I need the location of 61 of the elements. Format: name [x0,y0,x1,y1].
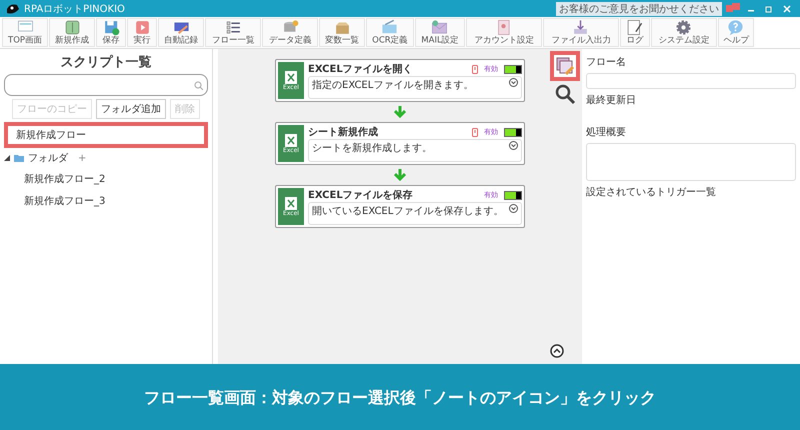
flow-list-item[interactable]: 新規作成フロー_3 [4,190,208,212]
sidebar-button[interactable]: フォルダ追加 [96,99,166,119]
summary-field[interactable] [586,143,796,181]
flow-list-item[interactable]: 新規作成フロー_2 [4,168,208,190]
toolbar-button[interactable]: フロー一覧 [205,18,262,47]
help-icon [726,19,746,36]
flow-list-item[interactable]: 新規作成フロー [4,122,208,148]
field-label: フロー名 [586,56,627,69]
warning-icon [472,128,478,136]
search-icon[interactable] [554,83,576,105]
step-description: シートを新規作成します。 [312,142,433,156]
expand-icon[interactable] [509,204,518,213]
expand-icon[interactable] [509,141,518,150]
toolbar-button[interactable]: 新規作成 [49,18,96,47]
window-title: RPAロボットPINOKIO [24,2,126,16]
expand-triangle-icon[interactable] [4,155,10,161]
scanner-icon [380,19,400,36]
toolbar-button[interactable]: ログ [620,18,650,47]
step-title: EXCELファイルを保存 [308,188,414,202]
note-button[interactable] [550,51,580,81]
warning-icon [472,64,478,74]
search-field[interactable] [4,74,208,96]
down-arrow-icon [394,169,406,181]
down-arrow-icon [394,106,406,118]
caption: フロー一覧画面：対象のフロー選択後「ノートのアイコン」をクリック [0,364,800,430]
scroll-up-icon[interactable] [550,344,564,358]
search-icon [194,80,203,90]
toggle-switch[interactable] [504,128,522,136]
chart-pencil-icon [625,19,644,36]
toolbar-button[interactable]: 変数一覧 [319,18,366,47]
toolbar-button[interactable]: アカウント設定 [466,18,542,47]
step-title: EXCELファイルを開く [308,63,414,76]
toolbar-button[interactable]: ヘルプ [718,18,754,47]
step-description: 開いているEXCELファイルを保存します。 [312,205,504,219]
toolbar-button[interactable]: OCR定義 [366,18,414,47]
add-button[interactable]: + [78,152,86,164]
toolbar-button[interactable]: 実行 [127,18,158,47]
feedback-link[interactable]: お客様のご意見をお聞かせください [556,2,722,16]
step-title: シート新規作成 [308,125,379,139]
toolbar-button[interactable]: MAIL設定 [414,18,465,47]
panel-title: スクリプト一覧 [60,54,152,71]
toolbar-button[interactable]: 保存 [96,18,126,47]
field-label: 処理概要 [586,126,627,139]
flow-name-field[interactable] [586,73,796,89]
field-label: 設定されているトリガー一覧 [586,186,717,199]
toolbar-button[interactable]: データ定義 [262,18,318,47]
settings-icon [674,19,694,36]
toolbar-button[interactable]: システム設定 [650,18,717,47]
toggle-switch[interactable] [504,64,522,74]
step-description: 指定のEXCELファイルを開きます。 [312,78,474,93]
toggle-switch[interactable] [504,190,522,200]
toolbar-button[interactable]: TOP画面 [2,18,48,47]
expand-icon[interactable] [509,78,518,87]
folder-label[interactable]: フォルダ [28,151,68,165]
logo-icon [6,2,20,14]
field-label: 最終更新日 [586,94,637,107]
toolbar-button[interactable]: ファイル入出力 [542,18,619,47]
toolbar-button[interactable]: 自動記録 [158,18,204,47]
envelope-icon [430,19,450,36]
notes-pencil-icon [556,57,574,75]
folder-icon [14,154,24,162]
